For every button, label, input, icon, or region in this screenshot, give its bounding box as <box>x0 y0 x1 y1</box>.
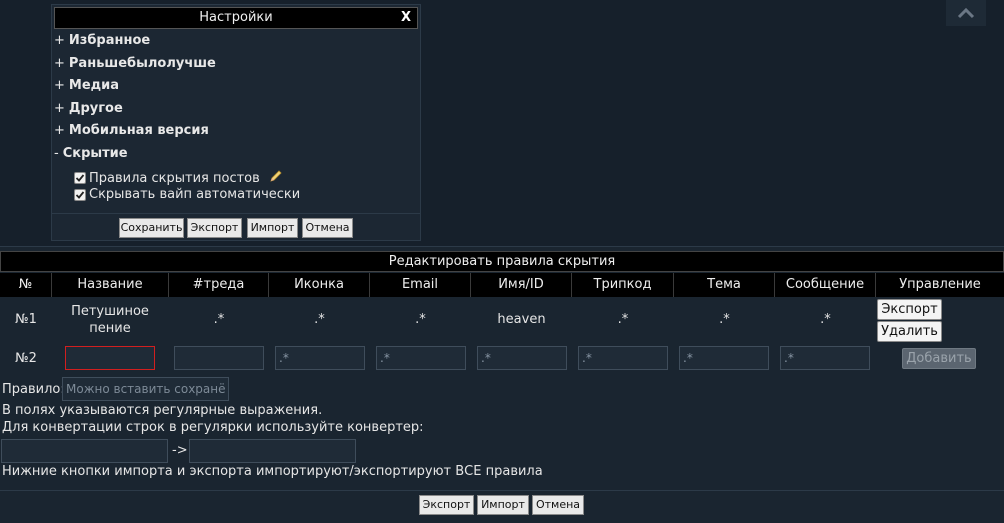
expand-sign: + <box>54 56 65 71</box>
expand-sign: + <box>54 33 65 48</box>
new-rule-email-input[interactable]: .* <box>376 346 466 370</box>
scroll-top-button[interactable] <box>946 0 986 26</box>
import-all-button[interactable]: Импорт <box>477 495 529 515</box>
hide-rules-editor: Редактировать правила скрытия № Название… <box>0 246 1004 523</box>
section-other[interactable]: + Другое <box>54 101 123 116</box>
rule-tripcode: .* <box>617 312 629 327</box>
rule-paste-input[interactable]: Можно вставить сохранё <box>62 377 229 401</box>
column-header: Имя/ID <box>471 273 572 297</box>
section-label: Медиа <box>68 78 120 93</box>
new-rule-name-id-input[interactable]: .* <box>477 346 567 370</box>
section-label: Мобильная версия <box>68 123 209 138</box>
column-header: Тема <box>674 273 775 297</box>
new-rule-tripcode-input[interactable]: .* <box>578 346 668 370</box>
section-label: Скрытие <box>62 146 128 161</box>
save-button[interactable]: Сохранить <box>119 218 184 238</box>
section-media[interactable]: + Медиа <box>54 78 119 93</box>
section-hiding[interactable]: - Скрытие <box>54 146 128 161</box>
cancel-button[interactable]: Отмена <box>302 218 353 238</box>
expand-sign: + <box>54 101 65 116</box>
option-label: Скрывать вайп автоматически <box>89 187 301 202</box>
import-button[interactable]: Импорт <box>247 218 298 238</box>
column-header: Иконка <box>269 273 370 297</box>
expand-sign: + <box>54 78 65 93</box>
rule-name-id: heaven <box>497 312 546 327</box>
new-rule-name-input[interactable] <box>65 346 155 370</box>
table-header: № Название #треда Иконка Email Имя/ID Тр… <box>0 273 1004 297</box>
section-label: Избранное <box>68 33 151 48</box>
hide-rules-checkbox[interactable] <box>74 172 86 184</box>
section-label: Раньшебылолучше <box>68 56 216 71</box>
column-header: #треда <box>169 273 269 297</box>
section-mobile[interactable]: + Мобильная версия <box>54 123 209 138</box>
new-rule-thread-input[interactable] <box>174 346 264 370</box>
export-button[interactable]: Экспорт <box>187 218 242 238</box>
export-all-button[interactable]: Экспорт <box>419 495 474 515</box>
add-rule-button[interactable]: Добавить <box>902 348 976 369</box>
new-rule-icon-input[interactable]: .* <box>275 346 365 370</box>
cancel-all-button[interactable]: Отмена <box>532 495 584 515</box>
new-rule-message-input[interactable]: .* <box>780 346 870 370</box>
section-favorites[interactable]: + Избранное <box>54 33 150 48</box>
converter-arrow: -> <box>172 443 188 458</box>
editor-title: Редактировать правила скрытия <box>0 251 1004 272</box>
rule-message: .* <box>820 312 831 327</box>
column-header: Трипкод <box>572 273 674 297</box>
section-oldschool[interactable]: + Раньшебылолучше <box>54 56 216 71</box>
column-header: Название <box>52 273 169 297</box>
row-number: №1 <box>15 312 37 327</box>
column-header: Email <box>370 273 471 297</box>
column-header: № <box>0 273 52 297</box>
settings-panel: Настройки X + Избранное + Раньшебылолучше … <box>51 4 421 241</box>
rule-subject: .* <box>719 312 730 327</box>
new-rule-subject-input[interactable]: .* <box>679 346 769 370</box>
settings-header: Настройки X <box>54 7 418 29</box>
rule-delete-button[interactable]: Удалить <box>877 321 942 342</box>
column-header: Сообщение <box>775 273 876 297</box>
rule-name: Петушиное пение <box>71 304 149 336</box>
converter-source-input[interactable] <box>1 439 168 463</box>
option-hide-rules: Правила скрытия постов <box>74 169 283 187</box>
settings-title: Настройки <box>199 10 273 25</box>
help-text-import-export: Нижние кнопки импорта и экспорта импорти… <box>2 464 543 479</box>
option-label: Правила скрытия постов <box>89 170 260 186</box>
rule-thread: .* <box>213 312 225 327</box>
checkmark-icon <box>75 190 85 199</box>
expand-sign: + <box>54 123 65 138</box>
rule-export-button[interactable]: Экспорт <box>877 299 942 320</box>
converter-result-input[interactable] <box>189 439 356 463</box>
rule-icon: .* <box>314 312 325 327</box>
row-number: №2 <box>15 351 37 366</box>
help-text-converter: Для конвертации строк в регулярки исполь… <box>2 420 424 435</box>
rule-label: Правило: <box>2 382 65 397</box>
auto-hide-wipe-checkbox[interactable] <box>74 188 86 201</box>
pencil-icon[interactable] <box>269 169 283 187</box>
settings-footer <box>52 213 420 214</box>
chevron-up-icon <box>957 7 975 19</box>
rule-email: .* <box>415 312 426 327</box>
checkmark-icon <box>75 174 85 182</box>
close-button[interactable]: X <box>401 8 411 28</box>
column-header: Управление <box>899 277 981 292</box>
option-auto-hide-wipe: Скрывать вайп автоматически <box>74 187 300 202</box>
collapse-sign: - <box>54 146 59 161</box>
section-label: Другое <box>68 101 123 116</box>
editor-footer-divider <box>0 490 1004 491</box>
help-text-regex: В полях указываются регулярные выражения… <box>2 403 323 418</box>
